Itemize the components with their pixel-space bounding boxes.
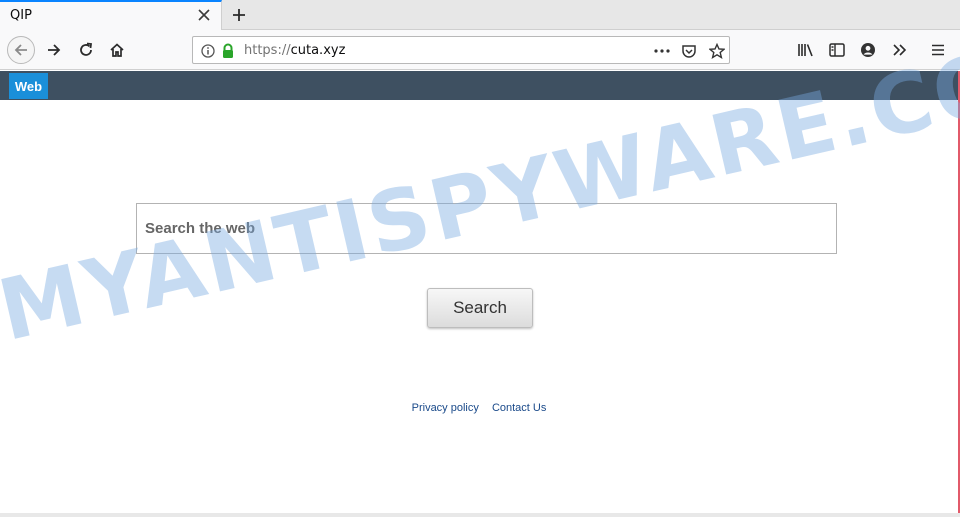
hamburger-menu-icon[interactable] (924, 36, 952, 64)
forward-icon[interactable] (40, 36, 68, 64)
account-icon[interactable] (854, 36, 882, 64)
bookmark-star-icon[interactable] (708, 42, 726, 60)
footer-links: Privacy policy Contact Us (0, 402, 958, 414)
library-icon[interactable] (792, 36, 820, 64)
url-host: cuta.xyz (290, 43, 346, 58)
close-tab-icon[interactable] (195, 6, 213, 24)
privacy-policy-link[interactable]: Privacy policy (412, 402, 479, 414)
pocket-icon[interactable] (680, 42, 698, 60)
navigation-toolbar: https://cuta.xyz (0, 30, 960, 70)
back-icon[interactable] (7, 36, 35, 64)
web-tab[interactable]: Web (9, 73, 48, 99)
reload-icon[interactable] (72, 36, 100, 64)
tab-strip: QIP (0, 0, 960, 30)
tab-title: QIP (10, 8, 32, 23)
window-bottom-border (0, 513, 960, 517)
search-input[interactable] (136, 203, 837, 254)
search-button[interactable]: Search (427, 288, 533, 328)
home-icon[interactable] (103, 36, 131, 64)
page-actions-icon[interactable] (653, 42, 671, 60)
url-bar[interactable]: https://cuta.xyz (192, 36, 730, 64)
new-tab-icon[interactable] (228, 4, 250, 26)
secure-lock-icon (219, 42, 237, 60)
url-scheme: https:// (244, 43, 291, 58)
site-info-icon[interactable] (199, 42, 217, 60)
contact-us-link[interactable]: Contact Us (492, 402, 546, 414)
sidebar-icon[interactable] (823, 36, 851, 64)
site-top-bar: Web (0, 71, 958, 100)
overflow-menu-icon[interactable] (886, 36, 914, 64)
page-content: Search Privacy policy Contact Us (0, 100, 958, 514)
url-text[interactable]: https://cuta.xyz (244, 43, 345, 58)
browser-tab[interactable]: QIP (0, 0, 222, 30)
